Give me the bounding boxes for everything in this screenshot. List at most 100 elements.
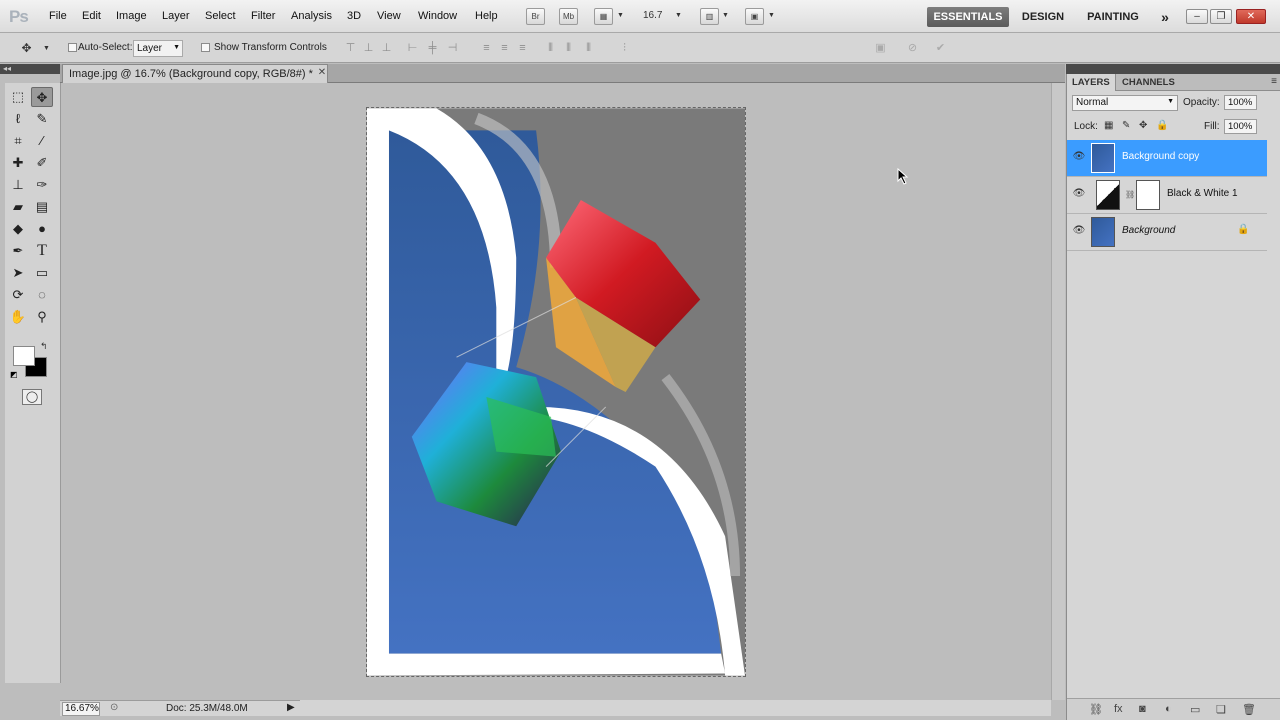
menu-file[interactable]: File [49,10,67,22]
document-canvas[interactable] [366,107,746,677]
menu-view[interactable]: View [377,10,401,22]
align-horizontal-center-icon[interactable]: ╪ [426,42,439,55]
opacity-field[interactable]: 100% [1224,95,1257,110]
rectangle-tool-icon[interactable]: ▭ [31,263,53,283]
chevron-down-icon[interactable]: ▼ [768,12,775,19]
link-layers-icon[interactable]: ⛓ [1089,703,1103,716]
document-tab[interactable]: Image.jpg @ 16.7% (Background copy, RGB/… [62,64,328,83]
workspace-painting[interactable]: PAINTING [1079,7,1147,27]
lock-position-icon[interactable]: ✥ [1139,120,1147,131]
view-extras-button[interactable]: ▦ [594,8,613,25]
path-selection-tool-icon[interactable]: ➤ [7,263,29,283]
menu-image[interactable]: Image [116,10,147,22]
zoom-tool-icon[interactable]: ⚲ [31,307,53,327]
tab-layers[interactable]: LAYERS [1067,74,1116,91]
link-icon[interactable]: ⛓ [1125,190,1135,199]
zoom-level-field[interactable]: 16.7 [643,10,662,21]
eye-icon[interactable]: 👁 [1072,188,1086,200]
new-group-icon[interactable]: ▭ [1190,703,1200,716]
3d-rotate-tool-icon[interactable]: ⟳ [7,285,29,305]
layer-row[interactable]: 👁 Background copy [1067,140,1267,177]
hand-tool-icon[interactable]: ✋ [7,307,29,327]
minimize-button[interactable]: – [1186,9,1208,24]
status-info-icon[interactable]: ⊙ [110,702,118,713]
adjustment-layer-icon[interactable]: ◐ [1165,703,1172,715]
workspace-essentials[interactable]: ESSENTIALS [927,7,1009,27]
distribute-left-icon[interactable]: ⫴ [544,42,557,55]
align-left-icon[interactable]: ⊢ [406,42,419,55]
lasso-tool-icon[interactable]: ℓ [7,109,29,129]
brush-tool-icon[interactable]: ✐ [31,153,53,173]
align-vertical-center-icon[interactable]: ⊥ [362,42,375,55]
launch-bridge-button[interactable]: Br [526,8,545,25]
layer-mask-thumbnail[interactable] [1136,180,1160,210]
distribute-top-icon[interactable]: ≡ [480,42,493,55]
status-menu-arrow-icon[interactable]: ▶ [287,702,295,713]
align-right-icon[interactable]: ⊣ [446,42,459,55]
healing-brush-tool-icon[interactable]: ✚ [7,153,29,173]
menu-select[interactable]: Select [205,10,236,22]
arrange-documents-button[interactable]: ▥ [700,8,719,25]
menu-help[interactable]: Help [475,10,498,22]
menu-window[interactable]: Window [418,10,457,22]
blend-mode-dropdown[interactable]: Normal ▼ [1072,95,1178,111]
auto-select-target-dropdown[interactable]: Layer ▼ [133,40,183,57]
lock-all-icon[interactable]: 🔒 [1156,120,1168,131]
more-workspaces-icon[interactable]: » [1155,7,1175,27]
fill-field[interactable]: 100% [1224,119,1257,134]
clone-stamp-tool-icon[interactable]: ⊥ [7,175,29,195]
panel-menu-icon[interactable]: ≡ [1271,76,1277,87]
quick-selection-tool-icon[interactable]: ✎ [31,109,53,129]
workspace-design[interactable]: DESIGN [1015,7,1071,27]
eraser-tool-icon[interactable]: ▰ [7,197,29,217]
chevron-down-icon[interactable]: ▼ [617,12,624,19]
type-tool-icon[interactable]: T [31,241,53,261]
new-layer-icon[interactable]: ❏ [1216,703,1226,716]
add-mask-icon[interactable]: ◙ [1139,703,1146,715]
marquee-tool-icon[interactable]: ⬚ [7,87,29,107]
history-brush-tool-icon[interactable]: ✑ [31,175,53,195]
cancel-transform-icon[interactable]: ⊘ [906,42,919,55]
lock-image-icon[interactable]: ✎ [1122,120,1130,131]
menu-3d[interactable]: 3D [347,10,361,22]
layer-row[interactable]: 👁 Background 🔒 [1067,214,1267,251]
distribute-horizontal-center-icon[interactable]: ⫴ [562,42,575,55]
horizontal-scrollbar[interactable] [300,700,1051,716]
3d-orbit-tool-icon[interactable]: ◌ [31,285,53,305]
vertical-scrollbar[interactable] [1051,83,1065,700]
move-tool-preset-icon[interactable]: ✥ [20,42,33,55]
3d-mode-icon[interactable]: ▣ [874,42,887,55]
close-button[interactable]: ✕ [1236,9,1266,24]
crop-tool-icon[interactable]: ⌗ [7,131,29,151]
pen-tool-icon[interactable]: ✒ [7,241,29,261]
chevron-down-icon[interactable]: ▼ [40,42,53,55]
tools-panel-header[interactable]: ◂◂ [0,64,60,74]
zoom-percent-field[interactable]: 16.67% [62,702,100,716]
menu-edit[interactable]: Edit [82,10,101,22]
restore-button[interactable]: ❐ [1210,9,1232,24]
auto-align-layers-icon[interactable]: ⫶ [618,42,631,55]
dodge-tool-icon[interactable]: ● [31,219,53,239]
default-colors-icon[interactable]: ◩ [10,370,18,379]
menu-analysis[interactable]: Analysis [291,10,332,22]
menu-filter[interactable]: Filter [251,10,275,22]
eyedropper-tool-icon[interactable]: ⁄ [31,131,53,151]
close-icon[interactable]: ✕ [316,67,328,79]
tab-channels[interactable]: CHANNELS [1117,74,1180,91]
align-bottom-icon[interactable]: ⊥ [380,42,393,55]
align-top-icon[interactable]: ⊤ [344,42,357,55]
launch-mini-bridge-button[interactable]: Mb [559,8,578,25]
foreground-color-swatch[interactable] [13,346,35,366]
eye-icon[interactable]: 👁 [1072,225,1086,237]
chevron-down-icon[interactable]: ▼ [675,12,682,19]
trash-icon[interactable]: 🗑 [1242,703,1256,716]
right-panel-header[interactable] [1066,64,1280,74]
quick-mask-button[interactable]: ◯ [22,389,42,405]
auto-select-checkbox[interactable] [68,43,77,52]
lock-transparent-icon[interactable]: ▦ [1104,120,1113,131]
chevron-down-icon[interactable]: ▼ [722,12,729,19]
distribute-bottom-icon[interactable]: ≡ [516,42,529,55]
eye-icon[interactable]: 👁 [1072,151,1086,163]
commit-transform-icon[interactable]: ✔ [934,42,947,55]
layer-style-icon[interactable]: fx [1114,703,1123,715]
